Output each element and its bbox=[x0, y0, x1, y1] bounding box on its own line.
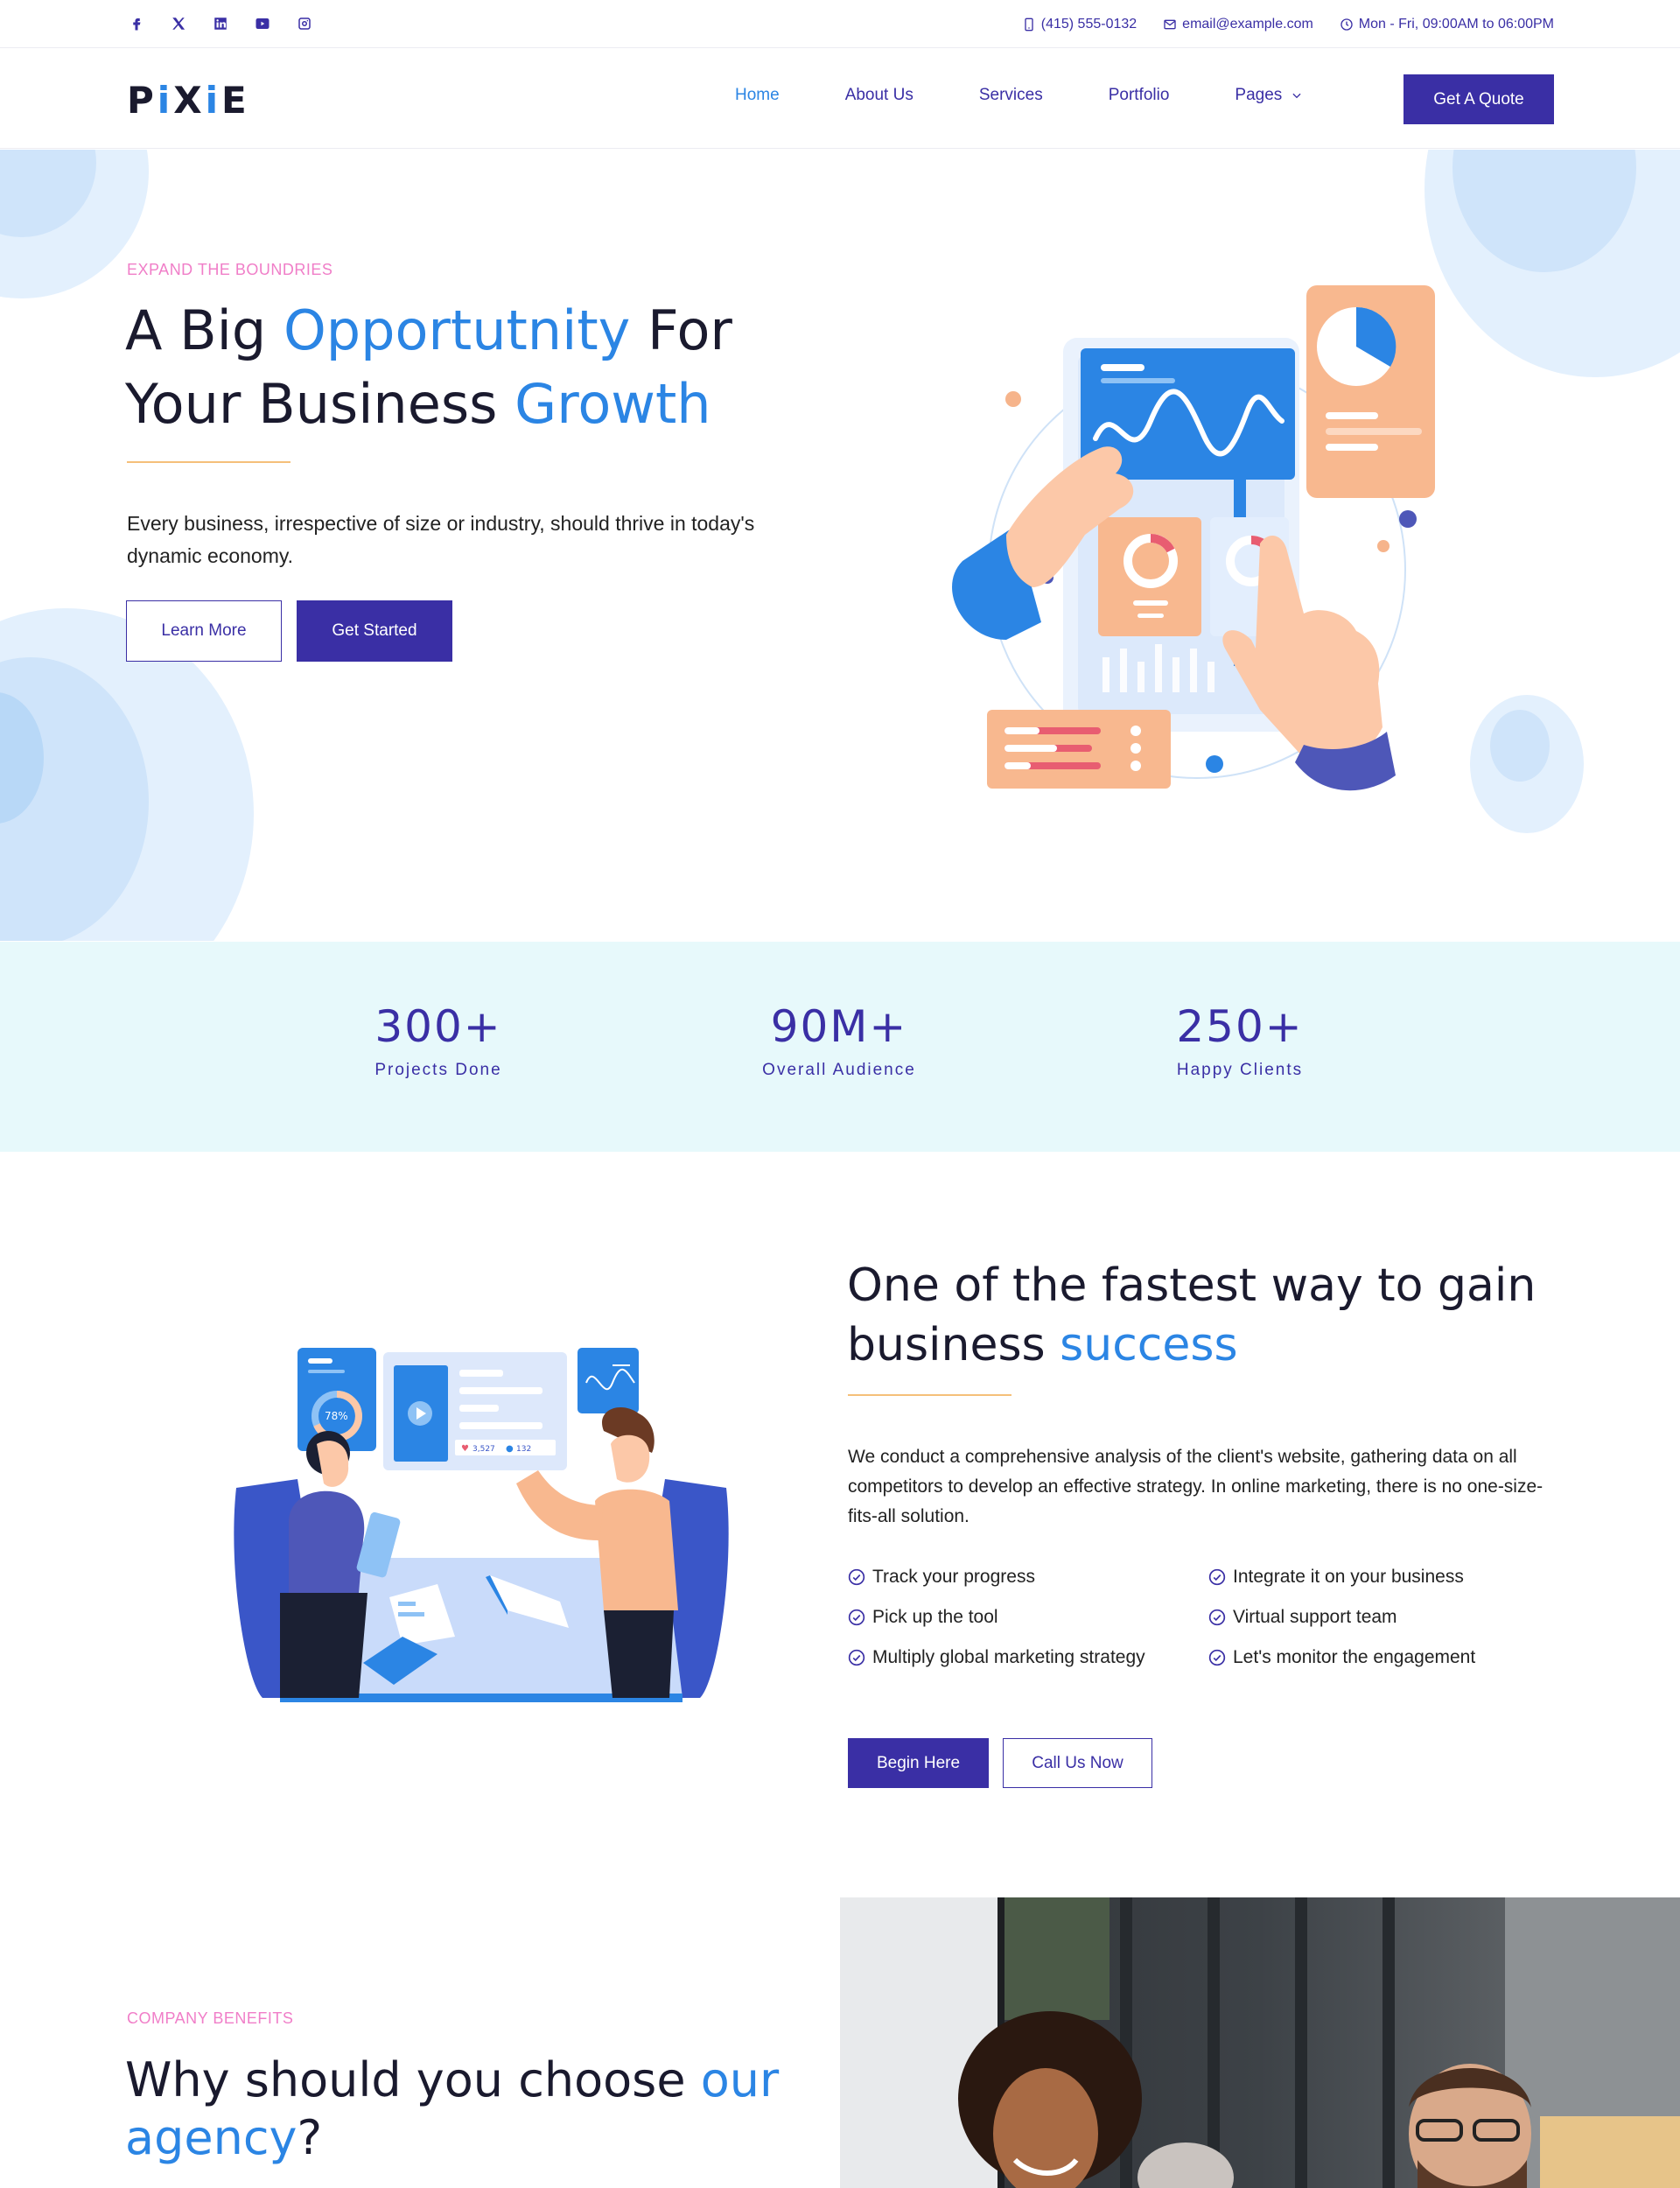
stat-label: Happy Clients bbox=[1176, 1061, 1304, 1079]
hours-info: Mon - Fri, 09:00AM to 06:00PM bbox=[1340, 17, 1554, 32]
logo-letter: P bbox=[127, 79, 158, 122]
logo-letter: E bbox=[221, 79, 250, 122]
logo-letter: X bbox=[173, 79, 206, 122]
stat-item: 90M+ Overall Audience bbox=[708, 1001, 970, 1080]
stat-label: Overall Audience bbox=[762, 1061, 916, 1079]
call-us-now-button[interactable]: Call Us Now bbox=[1003, 1738, 1152, 1788]
check-circle-icon bbox=[848, 1609, 865, 1626]
instagram-icon[interactable] bbox=[290, 12, 318, 35]
title-highlight: Opportutnity bbox=[283, 298, 631, 362]
checklist-item: Let's monitor the engagement bbox=[1208, 1645, 1565, 1670]
nav-item-about-us[interactable]: About Us bbox=[845, 86, 914, 105]
nav-label: Services bbox=[978, 86, 1043, 104]
email-address: email@example.com bbox=[1182, 16, 1313, 32]
nav-label: Pages bbox=[1235, 86, 1283, 104]
title-part: A Big bbox=[125, 298, 284, 362]
phone-icon bbox=[1025, 18, 1033, 31]
team-meeting-illustration: ♥ 3,527 ● 132 78% bbox=[234, 1348, 729, 1702]
opening-hours: Mon - Fri, 09:00AM to 06:00PM bbox=[1358, 16, 1554, 32]
checklist-item: Virtual support team bbox=[1208, 1605, 1565, 1630]
checklist-label: Integrate it on your business bbox=[1233, 1567, 1464, 1587]
team-photo bbox=[840, 1897, 1680, 2188]
logo-letter: i bbox=[205, 79, 221, 122]
get-started-button[interactable]: Get Started bbox=[297, 600, 452, 662]
top-bar: (415) 555-0132 email@example.com Mon - F… bbox=[0, 0, 1680, 48]
checklist-label: Pick up the tool bbox=[872, 1607, 998, 1627]
stat-value: 90M+ bbox=[770, 1001, 908, 1052]
checklist-label: Let's monitor the engagement bbox=[1233, 1647, 1476, 1667]
social-links bbox=[122, 12, 318, 35]
hero-description: Every business, irrespective of size or … bbox=[127, 512, 755, 567]
title-highlight: Growth bbox=[514, 372, 711, 436]
checklist-item: Integrate it on your business bbox=[1208, 1565, 1565, 1589]
mail-icon bbox=[1164, 19, 1176, 29]
facebook-icon[interactable] bbox=[122, 12, 150, 35]
nav-item-pages[interactable]: Pages bbox=[1235, 86, 1303, 105]
begin-here-button[interactable]: Begin Here bbox=[848, 1738, 989, 1788]
check-circle-icon bbox=[1208, 1609, 1226, 1626]
stat-item: 300+ Projects Done bbox=[307, 1001, 570, 1080]
learn-more-button[interactable]: Learn More bbox=[126, 600, 282, 662]
linkedin-icon[interactable] bbox=[206, 12, 234, 35]
stat-item: 250+ Happy Clients bbox=[1109, 1001, 1371, 1080]
main-navigation: PiXiE Home About Us Services Portfolio P… bbox=[0, 49, 1680, 149]
x-icon[interactable] bbox=[164, 12, 192, 35]
benefits-title: Why should you choose our agency? bbox=[125, 2051, 843, 2167]
check-circle-icon bbox=[1208, 1568, 1226, 1586]
checklist-label: Track your progress bbox=[872, 1567, 1035, 1587]
hero-dashboard-illustration bbox=[952, 285, 1435, 791]
nav-label: Home bbox=[735, 86, 780, 104]
youtube-icon[interactable] bbox=[248, 12, 276, 35]
clock-icon bbox=[1340, 18, 1353, 31]
decorative-blob bbox=[1490, 710, 1550, 782]
stat-label: Projects Done bbox=[374, 1061, 502, 1079]
nav-item-services[interactable]: Services bbox=[979, 86, 1043, 105]
get-a-quote-button[interactable]: Get A Quote bbox=[1404, 74, 1554, 124]
benefits-eyebrow: COMPANY BENEFITS bbox=[127, 2009, 294, 2027]
logo-letter: i bbox=[157, 79, 174, 122]
nav-menu: Home About Us Services Portfolio Pages bbox=[735, 86, 1368, 105]
hero-eyebrow: EXPAND THE BOUNDRIES bbox=[127, 261, 333, 278]
stat-value: 250+ bbox=[1176, 1001, 1304, 1052]
likes-count: 3,527 bbox=[472, 1445, 495, 1454]
contact-info: (415) 555-0132 email@example.com Mon - F… bbox=[1022, 0, 1554, 48]
title-divider bbox=[848, 1394, 1012, 1396]
progress-percent: 78% bbox=[325, 1410, 348, 1422]
chevron-down-icon bbox=[1292, 93, 1301, 99]
hero-section: EXPAND THE BOUNDRIES A Big Opportutnity … bbox=[0, 150, 1680, 941]
stats-band: 300+ Projects Done 90M+ Overall Audience… bbox=[0, 942, 1680, 1152]
feature-checklist: Track your progress Integrate it on your… bbox=[848, 1565, 1565, 1670]
nav-label: Portfolio bbox=[1108, 86, 1170, 104]
nav-item-portfolio[interactable]: Portfolio bbox=[1109, 86, 1170, 105]
team-photo-image bbox=[840, 1897, 1680, 2188]
svg-text:♥: ♥ bbox=[461, 1444, 469, 1454]
phone-contact[interactable]: (415) 555-0132 bbox=[1022, 17, 1137, 32]
checklist-label: Multiply global marketing strategy bbox=[872, 1647, 1145, 1667]
checklist-item: Track your progress bbox=[848, 1565, 1208, 1589]
title-part: Why should you choose bbox=[125, 2052, 701, 2107]
nav-label: About Us bbox=[844, 86, 914, 104]
fastest-way-description: We conduct a comprehensive analysis of t… bbox=[848, 1447, 1544, 1526]
phone-number: (415) 555-0132 bbox=[1040, 16, 1138, 32]
title-highlight: success bbox=[1060, 1319, 1238, 1371]
stat-value: 300+ bbox=[374, 1001, 502, 1052]
email-contact[interactable]: email@example.com bbox=[1163, 17, 1313, 32]
nav-item-home[interactable]: Home bbox=[735, 86, 780, 105]
title-divider bbox=[127, 461, 290, 463]
check-circle-icon bbox=[1208, 1649, 1226, 1666]
title-part: ? bbox=[297, 2110, 323, 2165]
svg-text:●: ● bbox=[506, 1444, 514, 1454]
hero-title: A Big Opportutnity For Your Business Gro… bbox=[125, 294, 843, 441]
check-circle-icon bbox=[848, 1649, 865, 1666]
checklist-label: Virtual support team bbox=[1233, 1607, 1397, 1627]
check-circle-icon bbox=[848, 1568, 865, 1586]
site-logo[interactable]: PiXiE bbox=[127, 79, 250, 122]
fastest-way-title: One of the fastest way to gain business … bbox=[847, 1256, 1564, 1375]
checklist-item: Multiply global marketing strategy bbox=[848, 1645, 1208, 1670]
checklist-item: Pick up the tool bbox=[848, 1605, 1208, 1630]
comments-count: 132 bbox=[516, 1445, 531, 1454]
